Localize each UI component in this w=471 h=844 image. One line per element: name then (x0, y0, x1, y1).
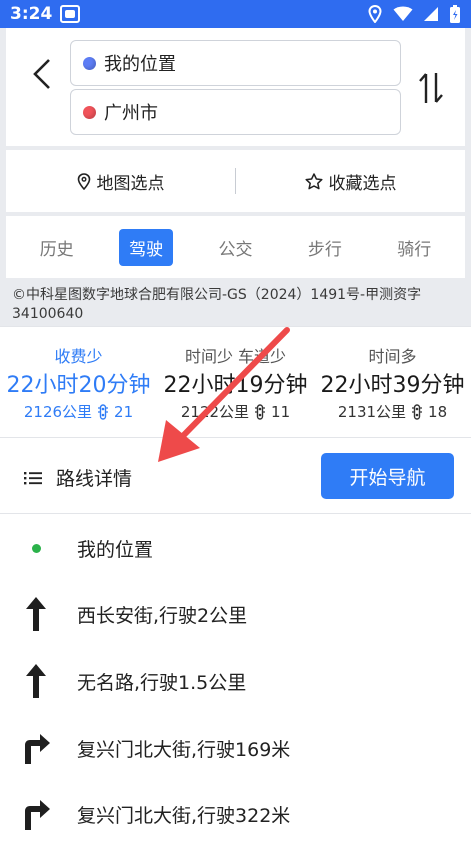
swap-button[interactable] (416, 68, 446, 108)
route-option-meta: 2131公里 18 (314, 401, 471, 422)
location-dot-icon (20, 528, 52, 568)
pick-point-card: 地图选点 收藏选点 (6, 150, 465, 212)
route-detail-title: 路线详情 (56, 468, 133, 490)
tab-transit[interactable]: 公交 (208, 229, 262, 266)
route-option-distance: 2122公里 (180, 403, 250, 421)
status-time: 3:24 (10, 4, 53, 24)
route-option-label: 收费少 (54, 347, 103, 366)
route-step-text: 无名路,行驶1.5公里 (77, 671, 247, 694)
straight-arrow-icon (20, 661, 52, 701)
battery-icon (450, 5, 460, 23)
origin-dot-icon (83, 56, 96, 70)
route-option-1[interactable]: 收费少 22小时20分钟 2126公里 21 (0, 327, 157, 439)
tab-drive[interactable]: 驾驶 (119, 228, 174, 266)
traffic-light-icon (412, 403, 423, 420)
route-step: 我的位置 (0, 518, 471, 578)
route-option-duration: 22小时39分钟 (320, 373, 465, 398)
route-step-text: 复兴门北大街,行驶322米 (77, 804, 291, 827)
back-button[interactable] (28, 56, 56, 92)
route-option-duration: 22小时19分钟 (163, 373, 308, 398)
route-option-3[interactable]: 时间多 22小时39分钟 2131公里 18 (314, 327, 471, 439)
map-pick-button[interactable]: 地图选点 (6, 169, 235, 194)
map-copyright: ©中科星图数字地球合肥有限公司-GS（2024）1491号-甲测资字341006… (12, 287, 422, 322)
route-option-2[interactable]: 时间少 车道少 22小时19分钟 2122公里 11 (157, 327, 314, 439)
destination-text: 广州市 (104, 103, 158, 124)
location-status-icon (368, 5, 382, 23)
turn-right-icon (20, 794, 52, 834)
route-step-text: 我的位置 (77, 538, 154, 561)
tab-history[interactable]: 历史 (30, 229, 84, 266)
origin-text: 我的位置 (104, 54, 176, 75)
map-pick-label: 地图选点 (96, 173, 165, 194)
destination-dot-icon (83, 105, 96, 119)
route-step-text: 西长安街,行驶2公里 (77, 604, 248, 627)
favorite-pick-label: 收藏选点 (328, 173, 397, 194)
route-option-lights: 11 (271, 402, 291, 421)
route-option-meta: 2126公里 21 (0, 401, 157, 422)
route-detail-bar: 路线详情 开始导航 (0, 438, 471, 514)
star-icon (304, 172, 323, 189)
straight-arrow-icon (20, 594, 52, 634)
route-option-distance: 2131公里 (337, 403, 407, 421)
route-option-lights: 21 (114, 402, 134, 421)
origin-field[interactable]: 我的位置 (70, 40, 401, 86)
wifi-icon (393, 6, 413, 21)
map-pin-icon (77, 172, 90, 190)
route-step: 无名路,行驶1.5公里 (0, 651, 471, 711)
route-option-label: 时间少 车道少 (184, 347, 287, 366)
status-bar: 3:24 (0, 0, 471, 28)
tab-bike[interactable]: 骑行 (387, 229, 441, 266)
route-options: 收费少 22小时20分钟 2126公里 21 时间少 车道少 22小时19分钟 … (0, 326, 471, 438)
tab-walk[interactable]: 步行 (298, 229, 352, 266)
start-navigation-button[interactable]: 开始导航 (321, 453, 454, 499)
route-option-label: 时间多 (368, 347, 417, 366)
route-detail-toggle[interactable]: 路线详情 (24, 464, 132, 491)
chevron-left-icon (33, 59, 50, 89)
route-step: 复兴门北大街,行驶322米 (0, 784, 471, 844)
route-option-meta: 2122公里 11 (157, 401, 314, 422)
traffic-light-icon (98, 403, 109, 420)
app-notification-icon (60, 5, 81, 23)
route-option-lights: 18 (428, 402, 448, 421)
favorite-pick-button[interactable]: 收藏选点 (236, 169, 465, 194)
route-option-distance: 2126公里 (23, 403, 93, 421)
route-option-duration: 22小时20分钟 (6, 373, 151, 398)
traffic-light-icon (255, 403, 266, 420)
transport-mode-tabs: 历史 驾驶 公交 步行 骑行 (6, 216, 465, 278)
destination-field[interactable]: 广州市 (70, 89, 401, 135)
signal-icon (424, 7, 438, 21)
turn-right-icon (20, 728, 52, 768)
route-step: 西长安街,行驶2公里 (0, 584, 471, 644)
route-search-card: 我的位置 广州市 (6, 28, 465, 146)
list-icon (24, 471, 42, 484)
route-step-text: 复兴门北大街,行驶169米 (77, 738, 291, 761)
status-icons (367, 4, 461, 24)
swap-arrows-icon (419, 73, 443, 103)
route-step: 复兴门北大街,行驶169米 (0, 718, 471, 778)
